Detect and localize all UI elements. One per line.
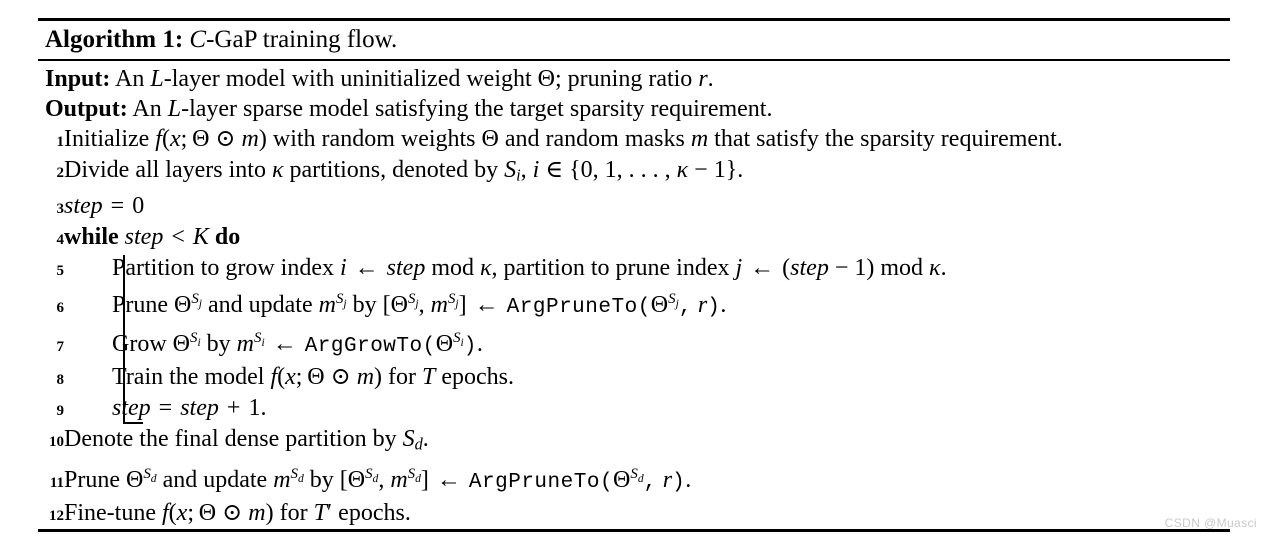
line-number: 4 bbox=[56, 231, 65, 248]
func-arggrowto: ArgGrowTo bbox=[304, 334, 423, 358]
while-block-foot-rule bbox=[123, 421, 143, 424]
algorithm-line: 4 while step < K do bbox=[38, 222, 1230, 253]
io-block: Input: An L-layer model with uninitializ… bbox=[38, 61, 1230, 124]
output-row: Output: An L-layer sparse model satisfyi… bbox=[38, 94, 1230, 124]
algorithm-line: 3 step = 0 bbox=[38, 191, 1230, 222]
line-number: 5 bbox=[56, 262, 65, 279]
line-content: Prune ΘSd and update mSd by [ΘSd, mSd] ←… bbox=[64, 466, 692, 495]
output-text: An L-layer sparse model satisfying the t… bbox=[132, 96, 773, 122]
line-content: Prune ΘSj and update mSj by [ΘSj, mSj] ←… bbox=[112, 290, 727, 319]
line-content: while step < K do bbox=[64, 223, 241, 250]
input-label: Input: bbox=[45, 66, 111, 92]
line-number: 11 bbox=[49, 475, 64, 492]
algorithm-line: 5 Partition to grow index i ← step mod κ… bbox=[38, 253, 1230, 284]
algorithm-title: Algorithm 1: C-GaP training flow. bbox=[38, 21, 1230, 59]
algorithm-line: 10 Denote the final dense partition by S… bbox=[38, 424, 1230, 460]
keyword-do: do bbox=[214, 223, 241, 250]
line-content: Denote the final dense partition by Sd. bbox=[64, 425, 429, 454]
line-number: 9 bbox=[56, 402, 65, 419]
func-argpruneto: ArgPruneTo bbox=[468, 471, 600, 495]
line-content: Fine-tune f(x; Θ ⊙ m) for T′ epochs. bbox=[64, 500, 411, 527]
line-number: 1 bbox=[56, 134, 65, 150]
algorithm-line: 7 Grow ΘSi by mSi ← ArgGrowTo(ΘSi). bbox=[38, 323, 1230, 362]
input-row: Input: An L-layer model with uninitializ… bbox=[38, 64, 1230, 94]
algorithm-line: 8 Train the model f(x; Θ ⊙ m) for T epoc… bbox=[38, 362, 1230, 393]
line-number: 10 bbox=[49, 433, 64, 450]
line-content: step = step + 1. bbox=[112, 394, 267, 421]
func-argpruneto: ArgPruneTo bbox=[506, 295, 638, 319]
algorithm-body: 1 Initialize f(x; Θ ⊙ m) with random wei… bbox=[38, 124, 1230, 529]
line-number: 3 bbox=[56, 200, 65, 217]
bottom-rule bbox=[38, 529, 1230, 533]
algorithm-block: Algorithm 1: C-GaP training flow. Input:… bbox=[38, 18, 1230, 533]
watermark: CSDN @Muasci bbox=[1164, 516, 1257, 530]
algorithm-line-table: 1 Initialize f(x; Θ ⊙ m) with random wei… bbox=[38, 124, 1230, 529]
line-number: 12 bbox=[49, 508, 64, 525]
output-label: Output: bbox=[45, 96, 128, 122]
algorithm-line: 11 Prune ΘSd and update mSd by [ΘSd, mSd… bbox=[38, 459, 1230, 498]
line-content: Initialize f(x; Θ ⊙ m) with random weigh… bbox=[64, 126, 1063, 152]
input-text: An L-layer model with uninitialized weig… bbox=[115, 66, 714, 92]
keyword-while: while bbox=[64, 223, 119, 250]
line-content: step = 0 bbox=[64, 192, 145, 219]
line-number: 7 bbox=[56, 338, 65, 355]
line-content: Divide all layers into κ partitions, den… bbox=[64, 157, 744, 185]
algorithm-line: 9 step = step + 1. bbox=[38, 393, 1230, 424]
algorithm-line: 6 Prune ΘSj and update mSj by [ΘSj, mSj]… bbox=[38, 284, 1230, 323]
algorithm-line: 1 Initialize f(x; Θ ⊙ m) with random wei… bbox=[38, 124, 1230, 155]
algorithm-title-body: C-GaP training flow. bbox=[189, 26, 398, 53]
algorithm-line: 12 Fine-tune f(x; Θ ⊙ m) for T′ epochs. bbox=[38, 498, 1230, 529]
line-number: 8 bbox=[56, 371, 65, 388]
line-content: Grow ΘSi by mSi ← ArgGrowTo(ΘSi). bbox=[112, 329, 483, 358]
algorithm-line: 2 Divide all layers into κ partitions, d… bbox=[38, 155, 1230, 191]
line-content: Partition to grow index i ← step mod κ, … bbox=[112, 254, 947, 281]
line-number: 6 bbox=[56, 299, 65, 316]
line-number: 2 bbox=[56, 165, 65, 181]
line-content: Train the model f(x; Θ ⊙ m) for T epochs… bbox=[112, 363, 515, 390]
algorithm-title-prefix: Algorithm 1: bbox=[45, 26, 184, 53]
